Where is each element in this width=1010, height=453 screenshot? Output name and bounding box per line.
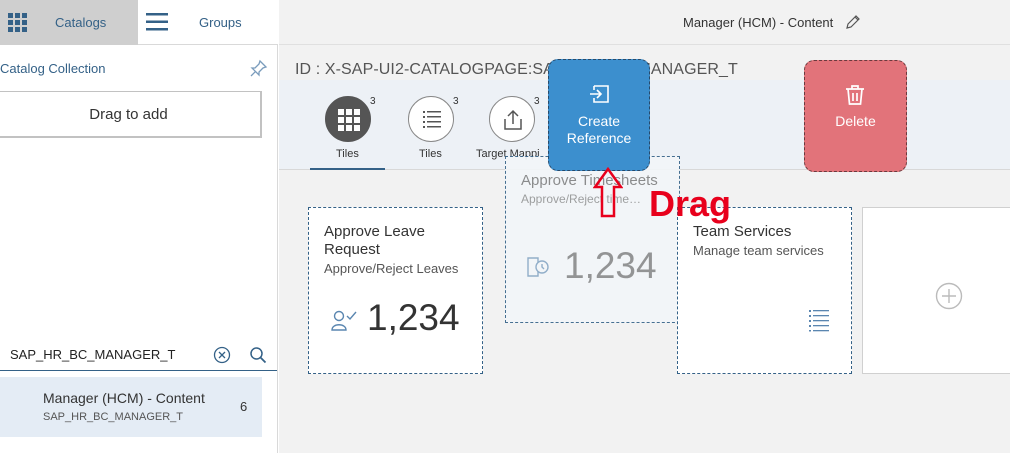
tab-groups[interactable]: Groups xyxy=(199,15,242,30)
drag-annotation: Drag xyxy=(649,183,732,224)
list-icon xyxy=(809,310,829,332)
tab-tiles-list[interactable] xyxy=(408,96,454,142)
grid-icon xyxy=(338,109,360,131)
selected-tab-indicator xyxy=(310,168,385,170)
tile-title-line: Approve Leave xyxy=(324,223,425,240)
tab-count: 3 xyxy=(370,96,376,107)
person-check-icon xyxy=(331,310,357,331)
tile-number: 1,234 xyxy=(564,245,657,286)
tile-number: 1,234 xyxy=(367,297,460,338)
tile-team-services[interactable]: Team Services Manage team services xyxy=(677,207,852,374)
catalog-search[interactable]: SAP_HR_BC_MANAGER_T xyxy=(0,338,277,371)
create-reference-dropzone[interactable]: Create Reference xyxy=(548,59,650,171)
catalog-item-title: Manager (HCM) - Content xyxy=(43,390,205,406)
hamburger-icon[interactable] xyxy=(146,13,168,31)
drag-to-add-dropzone[interactable]: Drag to add xyxy=(0,91,262,138)
share-icon xyxy=(504,109,522,130)
catalog-list-item[interactable]: Manager (HCM) - Content SAP_HR_BC_MANAGE… xyxy=(0,377,262,437)
grid-icon xyxy=(8,13,27,32)
list-icon xyxy=(423,111,441,128)
plus-icon xyxy=(935,282,963,310)
tile-title: Team Services xyxy=(693,223,792,240)
tab-catalogs[interactable]: Catalogs xyxy=(0,0,138,45)
add-tile-button[interactable] xyxy=(862,207,1010,374)
tile-title: Approve Timesheets xyxy=(521,172,658,189)
page-title: Manager (HCM) - Content xyxy=(683,15,834,30)
delete-dropzone[interactable]: Delete xyxy=(804,60,907,172)
tile-approve-leave[interactable]: Approve Leave Request Approve/Reject Lea… xyxy=(308,207,483,374)
tab-label: Tiles xyxy=(336,148,359,160)
up-arrow-annotation xyxy=(593,167,623,218)
delete-label: Delete xyxy=(835,113,876,129)
tile-subtitle: Approve/Reject Leaves xyxy=(324,261,459,276)
pane-tabs: Catalogs Groups xyxy=(0,0,278,45)
copy-link-icon xyxy=(590,85,609,103)
pin-icon[interactable] xyxy=(250,59,268,77)
tile-title-line: Request xyxy=(324,241,380,258)
tab-target-mappings[interactable] xyxy=(489,96,535,142)
trash-icon xyxy=(846,85,864,105)
tile-title: Approve Leave Request xyxy=(324,223,425,259)
clear-icon[interactable] xyxy=(213,346,231,364)
tile-subtitle: Manage team services xyxy=(693,243,824,258)
tile-subtitle: Approve/Reject time… xyxy=(521,192,642,206)
catalog-page-id: ID : X-SAP-UI2-CATALOGPAGE:SAP_HR_BC_MAN… xyxy=(295,61,738,78)
search-icon[interactable] xyxy=(249,346,267,364)
search-input[interactable]: SAP_HR_BC_MANAGER_T xyxy=(10,347,175,362)
catalog-item-count: 6 xyxy=(240,399,248,414)
catalog-collection-label: Catalog Collection xyxy=(0,61,106,76)
create-reference-label-1: Create xyxy=(577,113,621,129)
timesheet-icon xyxy=(527,257,549,277)
tab-tiles-grid[interactable] xyxy=(325,96,371,142)
catalog-pane: Catalogs Groups Catalog Collection Drag … xyxy=(0,0,278,453)
tab-label: Tiles xyxy=(419,148,442,160)
catalog-item-id: SAP_HR_BC_MANAGER_T xyxy=(43,411,183,423)
tab-count: 3 xyxy=(534,96,540,107)
create-reference-label-2: Reference xyxy=(566,130,632,146)
catalog-details: Manager (HCM) - Content ID : X-SAP-UI2-C… xyxy=(279,0,1010,453)
tab-count: 3 xyxy=(453,96,459,107)
tab-catalogs-label: Catalogs xyxy=(55,15,107,30)
details-header: Manager (HCM) - Content xyxy=(279,0,1010,45)
pencil-icon[interactable] xyxy=(845,14,861,30)
